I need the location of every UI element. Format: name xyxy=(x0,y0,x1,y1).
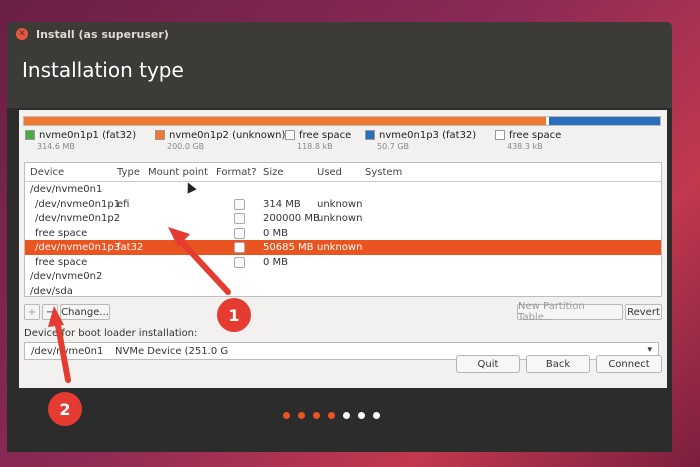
col-device[interactable]: Device xyxy=(30,167,64,178)
cell-size: 0 MB xyxy=(263,227,289,239)
table-body: /dev/nvme0n1/dev/nvme0n1p1 efi 314 MB unkno… xyxy=(25,182,661,297)
main-content: nvme0n1p1 (fat32) 314.6 MB nvme0n1p2 (unkn… xyxy=(19,110,667,388)
table-row[interactable]: /dev/nvme0n1p3 fat32 50685 MB unknown xyxy=(25,240,661,255)
cell-device: free space xyxy=(35,227,88,239)
legend-swatch xyxy=(285,130,295,140)
table-row[interactable]: free space 0 MB xyxy=(25,255,661,270)
legend-size: 50.7 GB xyxy=(377,142,410,151)
page-header: Installation type xyxy=(7,46,672,108)
table-row[interactable]: /dev/sda xyxy=(25,284,661,297)
bootloader-selected-desc: NVMe Device (251.0 G xyxy=(115,346,229,357)
page-title: Installation type xyxy=(22,58,184,82)
footer xyxy=(7,388,672,452)
cell-used: unknown xyxy=(317,213,363,224)
table-row[interactable]: /dev/nvme0n2 xyxy=(25,269,661,284)
cell-device: free space xyxy=(35,256,88,268)
table-row[interactable]: /dev/nvme0n1p1 efi 314 MB unknown xyxy=(25,197,661,212)
format-checkbox[interactable] xyxy=(234,213,245,224)
legend-label: free space xyxy=(509,130,562,141)
revert-button[interactable]: Revert xyxy=(625,304,662,320)
progress-dot xyxy=(283,412,290,419)
progress-dots xyxy=(283,412,380,419)
legend-swatch xyxy=(495,130,505,140)
cell-device: /dev/nvme0n1 xyxy=(30,184,103,195)
cell-size: 0 MB xyxy=(263,256,289,268)
table-header: Device Type Mount point Format? Size Use… xyxy=(25,163,661,182)
progress-dot xyxy=(343,412,350,419)
legend-label: free space xyxy=(299,130,352,141)
legend-label: nvme0n1p2 (unknown) xyxy=(169,130,286,141)
progress-dot xyxy=(298,412,305,419)
legend-item: free space 118.8 kB xyxy=(285,130,351,151)
legend-size: 200.0 GB xyxy=(167,142,205,151)
legend-item: nvme0n1p3 (fat32) 50.7 GB xyxy=(365,130,476,151)
bootloader-label: Device for boot loader installation: xyxy=(24,328,198,339)
add-partition-button[interactable]: + xyxy=(24,304,40,320)
legend-label: nvme0n1p1 (fat32) xyxy=(39,130,137,141)
cell-device: /dev/sda xyxy=(30,285,73,297)
partition-toolbar: + − Change... New Partition Table... Rev… xyxy=(24,301,664,324)
bootloader-selected-device: /dev/nvme0n1 xyxy=(31,346,104,357)
cell-type: efi xyxy=(117,198,130,210)
cell-type: fat32 xyxy=(117,242,144,253)
table-row[interactable]: /dev/nvme0n1p2 200000 MB unknown xyxy=(25,211,661,226)
col-format[interactable]: Format? xyxy=(216,167,257,178)
partition-table[interactable]: Device Type Mount point Format? Size Use… xyxy=(24,162,662,297)
legend-swatch xyxy=(25,130,35,140)
col-size[interactable]: Size xyxy=(263,167,284,178)
partition-bar-segment xyxy=(548,117,660,125)
annotation-badge-2: 2 xyxy=(48,392,82,426)
cell-size: 200000 MB xyxy=(263,213,320,224)
progress-dot xyxy=(328,412,335,419)
annotation-badge-1: 1 xyxy=(217,298,251,332)
format-checkbox[interactable] xyxy=(234,242,245,253)
remove-partition-button[interactable]: − xyxy=(42,304,58,320)
legend-size: 118.8 kB xyxy=(297,142,333,151)
cell-size: 50685 MB xyxy=(263,242,314,253)
legend-label: nvme0n1p3 (fat32) xyxy=(379,130,477,141)
format-checkbox[interactable] xyxy=(234,227,245,239)
format-checkbox[interactable] xyxy=(234,256,245,268)
progress-dot xyxy=(358,412,365,419)
col-type[interactable]: Type xyxy=(117,167,140,178)
installer-window: ✕ Install (as superuser) Installation ty… xyxy=(7,22,672,452)
col-mount-point[interactable]: Mount point xyxy=(148,167,208,178)
legend-size: 438.3 kB xyxy=(507,142,543,151)
col-system[interactable]: System xyxy=(365,167,402,178)
legend-item: nvme0n1p2 (unknown) 200.0 GB xyxy=(155,130,285,151)
cell-device: /dev/nvme0n2 xyxy=(30,271,103,282)
cell-device: /dev/nvme0n1p3 xyxy=(35,242,121,253)
table-row[interactable]: /dev/nvme0n1 xyxy=(25,182,661,197)
legend-item: free space 438.3 kB xyxy=(495,130,561,151)
progress-dot xyxy=(313,412,320,419)
col-used[interactable]: Used xyxy=(317,167,342,178)
partition-bar-segment xyxy=(27,117,546,125)
cell-device: /dev/nvme0n1p1 xyxy=(35,198,121,210)
cell-size: 314 MB xyxy=(263,198,301,210)
legend-size: 314.6 MB xyxy=(37,142,75,151)
quit-button[interactable]: Quit xyxy=(456,355,520,373)
progress-dot xyxy=(373,412,380,419)
window-title: Install (as superuser) xyxy=(36,27,169,41)
dropdown-arrow-icon: ▾ xyxy=(647,345,652,355)
table-row[interactable]: free space 0 MB xyxy=(25,226,661,241)
cell-used: unknown xyxy=(317,198,363,210)
legend-swatch xyxy=(155,130,165,140)
title-bar: ✕ Install (as superuser) xyxy=(7,22,672,46)
connect-button[interactable]: Connect xyxy=(596,355,662,373)
change-partition-button[interactable]: Change... xyxy=(60,304,110,320)
legend-swatch xyxy=(365,130,375,140)
new-partition-table-button[interactable]: New Partition Table... xyxy=(517,301,623,323)
format-checkbox[interactable] xyxy=(234,198,245,210)
cell-device: /dev/nvme0n1p2 xyxy=(35,213,121,224)
cell-used: unknown xyxy=(317,242,363,253)
close-icon[interactable]: ✕ xyxy=(16,28,28,40)
back-button[interactable]: Back xyxy=(526,355,590,373)
legend-item: nvme0n1p1 (fat32) 314.6 MB xyxy=(25,130,136,151)
partition-legend: nvme0n1p1 (fat32) 314.6 MB nvme0n1p2 (unkn… xyxy=(25,130,665,158)
partition-usage-bar xyxy=(23,116,661,126)
